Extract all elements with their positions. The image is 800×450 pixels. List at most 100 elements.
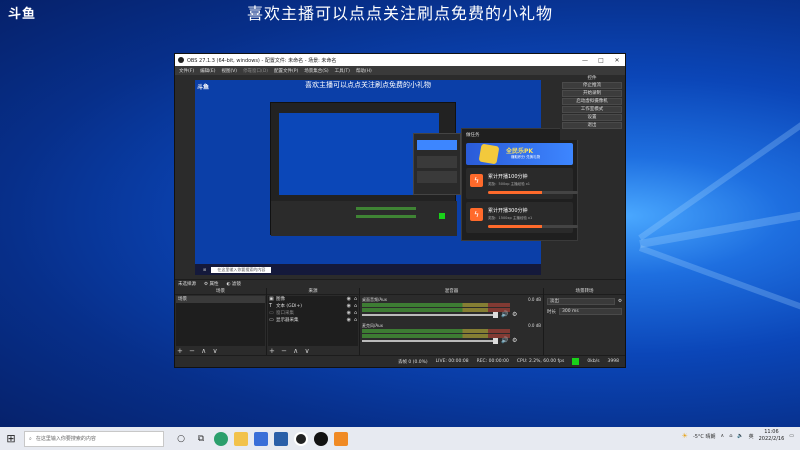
- notification-icon[interactable]: ▭: [789, 433, 794, 439]
- cpu-usage: CPU: 2.2%, 60.00 fps: [516, 359, 565, 364]
- properties-button[interactable]: ⚙ 属性: [204, 281, 218, 287]
- duration-label: 时长: [547, 309, 556, 315]
- source-item[interactable]: T 文本 (GDI+) ◉ ⌂: [268, 303, 358, 310]
- studio-mode-button[interactable]: 工作室模式: [562, 106, 622, 113]
- nested-obs-window: [270, 102, 461, 236]
- file-explorer-icon[interactable]: [234, 431, 248, 446]
- volume-meter: [362, 303, 510, 307]
- transitions-header: 场景转场: [544, 288, 625, 295]
- stop-streaming-button[interactable]: 停止推流: [562, 82, 622, 89]
- mixer-channel: 桌面音频/Aux 0.0 dB 🔊 ⚙: [362, 297, 541, 321]
- scenes-toolbar[interactable]: + − ∧ ∨: [177, 347, 220, 355]
- task-card-title: 累计开播100分钟: [488, 174, 528, 180]
- lock-icon[interactable]: ⌂: [354, 317, 357, 323]
- menu-profile[interactable]: 配置文件(P): [274, 68, 298, 74]
- scenes-dock: 场景 场景 + − ∧ ∨: [175, 288, 266, 356]
- lock-icon[interactable]: ⌂: [354, 310, 357, 316]
- speaker-icon[interactable]: 🔊: [501, 337, 508, 344]
- sources-list[interactable]: ▣ 图像 ◉ ⌂ T 文本 (GDI+) ◉ ⌂ ▭ 窗口采集 ◉ ⌂ ▭ 显示器采集 ◉ ⌂: [268, 296, 358, 346]
- start-virtual-camera-button[interactable]: 启动虚拟摄像机: [562, 98, 622, 105]
- obs-titlebar[interactable]: OBS 27.1.3 (64-bit, windows) - 配置文件: 未命名…: [175, 54, 625, 66]
- task-card-desc: 奖励：1500xp 主播经验 x1: [488, 216, 533, 220]
- sources-toolbar[interactable]: + − ∧ ∨: [269, 347, 312, 355]
- cortana-icon[interactable]: ○: [174, 432, 188, 446]
- gear-icon[interactable]: ⚙: [512, 311, 517, 318]
- obs-menubar: 文件(F) 编辑(E) 视图(V) 停靠窗口(D) 配置文件(P) 场景集合(S…: [175, 66, 625, 75]
- gear-icon[interactable]: ⚙: [618, 299, 622, 304]
- pk-badge-icon: [478, 143, 500, 165]
- source-item[interactable]: ▭ 显示器采集 ◉ ⌂: [268, 317, 358, 324]
- maximize-button[interactable]: □: [593, 57, 609, 64]
- preview-taskbar: ⊞ 在这里输入你要搜索的内容: [195, 264, 541, 275]
- eye-icon[interactable]: ◉: [347, 296, 351, 302]
- menu-scene-collection[interactable]: 场景集合(S): [304, 68, 328, 74]
- ime-icon[interactable]: 英: [749, 433, 754, 440]
- store-icon[interactable]: [254, 431, 268, 446]
- bitrate: 0kb/s: [587, 359, 600, 364]
- chevron-up-icon[interactable]: ∧: [721, 433, 725, 439]
- obs-taskbar-icon-2[interactable]: [314, 431, 328, 446]
- menu-tools[interactable]: 工具(T): [335, 68, 350, 74]
- sources-header: 来源: [267, 288, 359, 295]
- obs-taskbar-icon[interactable]: [294, 431, 308, 446]
- search-placeholder: 在这里输入你要搜索的内容: [35, 436, 96, 442]
- lock-icon[interactable]: ⌂: [354, 303, 357, 309]
- lightning-icon: ϟ: [470, 174, 483, 187]
- weather-text[interactable]: -5°C 晴朗: [693, 433, 716, 440]
- monitor-app-icon[interactable]: [274, 431, 288, 446]
- taskbar-search[interactable]: ⌕ 在这里输入你要搜索的内容: [24, 430, 164, 447]
- obs-app-icon: [178, 57, 184, 63]
- status-bar: 丢帧 0 (0.0%) LIVE: 00:00:08 REC: 00:00:00…: [175, 355, 625, 367]
- mixer-header: 混音器: [360, 288, 543, 295]
- menu-view[interactable]: 视图(V): [221, 68, 237, 74]
- transition-select[interactable]: 淡出: [547, 298, 615, 305]
- task-card-title: 累计开播300分钟: [488, 208, 528, 214]
- windows-taskbar: ⊞ ⌕ 在这里输入你要搜索的内容 ○ ⧉ ☀ -5°C 晴朗 ∧ ⌂ 🔈 英 1…: [0, 427, 800, 450]
- eye-icon[interactable]: ◉: [347, 303, 351, 309]
- search-icon: ⌕: [29, 435, 32, 442]
- menu-docks[interactable]: 停靠窗口(D): [243, 68, 268, 74]
- preview-search: 在这里输入你要搜索的内容: [211, 266, 272, 273]
- volume-knob[interactable]: [493, 338, 498, 344]
- minimize-button[interactable]: —: [577, 57, 593, 64]
- speaker-icon[interactable]: 🔊: [501, 311, 508, 318]
- dropped-frames: 丢帧 0 (0.0%): [397, 359, 428, 365]
- menu-help[interactable]: 帮助(H): [356, 68, 372, 74]
- source-item[interactable]: ▭ 窗口采集 ◉ ⌂: [268, 310, 358, 317]
- settings-button[interactable]: 设置: [562, 114, 622, 121]
- eye-icon[interactable]: ◉: [347, 310, 351, 316]
- duration-input[interactable]: 300 ms: [559, 308, 622, 315]
- task-view-icon[interactable]: ⧉: [194, 432, 208, 446]
- douyu-taskbar-icon[interactable]: [334, 431, 348, 446]
- source-item[interactable]: ▣ 图像 ◉ ⌂: [268, 296, 358, 303]
- edge-icon[interactable]: [214, 431, 228, 446]
- light-ray: [638, 245, 800, 320]
- eye-icon[interactable]: ◉: [347, 317, 351, 323]
- task-card[interactable]: ϟ 累计开播100分钟 奖励：500xp 主播经验 x1: [466, 168, 578, 199]
- scenes-list[interactable]: 场景: [176, 296, 265, 346]
- network-icon[interactable]: ⌂: [729, 433, 732, 439]
- volume-knob[interactable]: [493, 312, 498, 318]
- volume-icon[interactable]: 🔈: [737, 433, 743, 439]
- task-card[interactable]: ϟ 累计开播300分钟 奖励：1500xp 主播经验 x1: [466, 202, 578, 233]
- desktop: 斗鱼 喜欢主播可以点点关注刷点免费的小礼物 OBS 27.1.3 (64-bit…: [0, 0, 800, 450]
- scene-item[interactable]: 场景: [176, 296, 265, 303]
- menu-file[interactable]: 文件(F): [179, 68, 194, 74]
- filters-button[interactable]: ◐ 滤镜: [226, 281, 240, 287]
- gear-icon[interactable]: ⚙: [512, 337, 517, 344]
- lock-icon[interactable]: ⌂: [354, 296, 357, 302]
- controls-dock: 控件 停止推流 开始录制 启动虚拟摄像机 工作室模式 设置 退出: [560, 75, 624, 140]
- menu-edit[interactable]: 编辑(E): [200, 68, 215, 74]
- volume-slider[interactable]: [362, 338, 498, 344]
- filters-label: 滤镜: [231, 282, 241, 287]
- exit-button[interactable]: 退出: [562, 122, 622, 129]
- close-button[interactable]: ✕: [609, 57, 625, 64]
- controls-header: 控件: [587, 76, 597, 81]
- pk-banner[interactable]: 全民乐PK 赚取积分 兑换礼物: [466, 143, 573, 165]
- windows-start-icon[interactable]: ⊞: [0, 432, 22, 445]
- task-progress-fill: [488, 191, 542, 194]
- volume-slider[interactable]: [362, 312, 498, 318]
- start-recording-button[interactable]: 开始录制: [562, 90, 622, 97]
- clock[interactable]: 11:06 2022/2/16: [759, 429, 785, 443]
- obs-window: OBS 27.1.3 (64-bit, windows) - 配置文件: 未命名…: [174, 53, 626, 368]
